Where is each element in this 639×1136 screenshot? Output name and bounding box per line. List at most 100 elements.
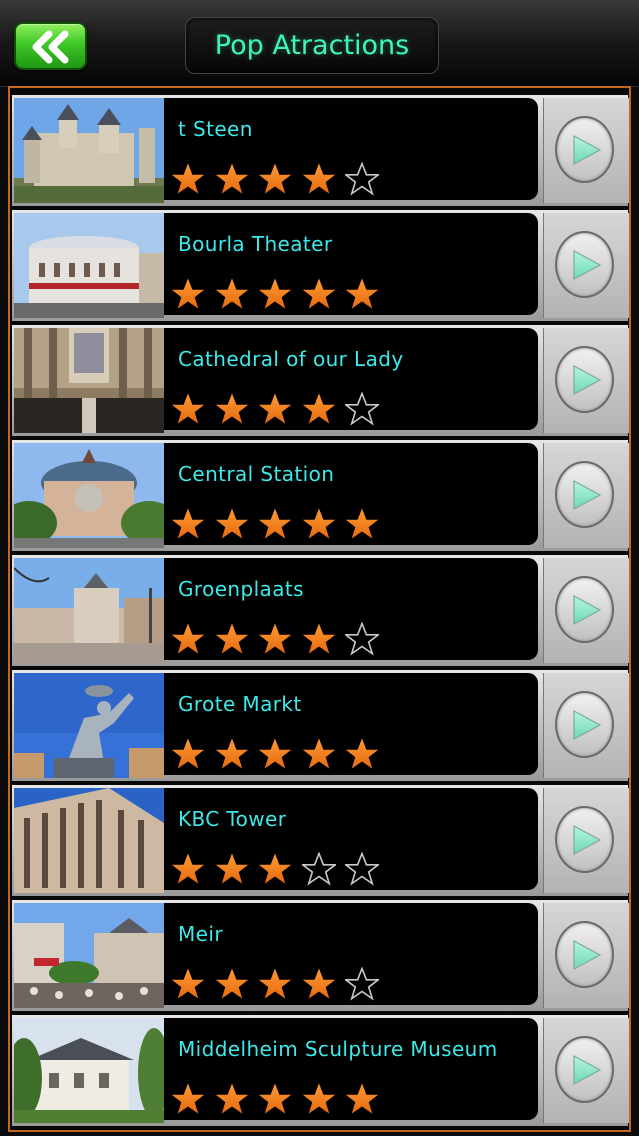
star-rating (171, 621, 389, 657)
attraction-info: Cathedral of our Lady (164, 328, 538, 430)
attraction-info: Groenplaats (164, 558, 538, 660)
play-arrow-icon (573, 479, 602, 511)
attraction-info: Middelheim Sculpture Museum (164, 1018, 538, 1120)
attraction-info: KBC Tower (164, 788, 538, 890)
star-rating (171, 736, 389, 772)
star-filled-icon (302, 276, 346, 312)
open-detail-button[interactable] (543, 98, 629, 203)
play-arrow-icon (573, 134, 602, 166)
attraction-name: Grote Markt (178, 692, 302, 716)
star-empty-icon (345, 851, 389, 887)
list-item[interactable]: KBC Tower (12, 785, 629, 896)
attraction-photo (14, 443, 164, 548)
star-filled-icon (302, 621, 346, 657)
play-arrow-icon (573, 939, 602, 971)
star-filled-icon (215, 276, 259, 312)
open-detail-button[interactable] (543, 1018, 629, 1123)
attraction-info: Meir (164, 903, 538, 1005)
open-detail-button[interactable] (543, 903, 629, 1008)
double-chevron-left-icon (32, 30, 69, 64)
attractions-list[interactable]: t Steen Bourla Theater Cathedral of our … (8, 86, 631, 1132)
star-rating (171, 276, 389, 312)
star-filled-icon (302, 506, 346, 542)
attraction-name: Groenplaats (178, 577, 304, 601)
star-rating (171, 391, 389, 427)
attraction-info: t Steen (164, 98, 538, 200)
star-filled-icon (215, 851, 259, 887)
star-rating (171, 1081, 389, 1117)
play-arrow-icon (573, 249, 602, 281)
attraction-photo (14, 558, 164, 663)
star-rating (171, 966, 389, 1002)
open-detail-button[interactable] (543, 213, 629, 318)
star-filled-icon (215, 161, 259, 197)
star-filled-icon (345, 736, 389, 772)
open-detail-button[interactable] (543, 443, 629, 548)
attraction-name: Middelheim Sculpture Museum (178, 1037, 498, 1061)
star-filled-icon (215, 736, 259, 772)
list-item[interactable]: Meir (12, 900, 629, 1011)
star-filled-icon (258, 966, 302, 1002)
star-filled-icon (345, 1081, 389, 1117)
star-filled-icon (345, 276, 389, 312)
star-filled-icon (215, 621, 259, 657)
page-title: Pop Atractions (185, 17, 439, 74)
open-detail-button[interactable] (543, 328, 629, 433)
star-empty-icon (345, 391, 389, 427)
attraction-name: Cathedral of our Lady (178, 347, 404, 371)
play-arrow-icon (573, 1054, 602, 1086)
open-detail-button[interactable] (543, 558, 629, 663)
attraction-info: Grote Markt (164, 673, 538, 775)
list-item[interactable]: Central Station (12, 440, 629, 551)
star-filled-icon (258, 621, 302, 657)
star-filled-icon (302, 391, 346, 427)
list-item[interactable]: Middelheim Sculpture Museum (12, 1015, 629, 1126)
list-item[interactable]: t Steen (12, 95, 629, 206)
attraction-photo (14, 98, 164, 203)
star-filled-icon (171, 391, 215, 427)
list-item[interactable]: Bourla Theater (12, 210, 629, 321)
attraction-photo (14, 1018, 164, 1123)
star-rating (171, 506, 389, 542)
star-rating (171, 161, 389, 197)
star-filled-icon (258, 276, 302, 312)
star-filled-icon (258, 851, 302, 887)
back-button[interactable] (14, 22, 87, 70)
list-item[interactable]: Groenplaats (12, 555, 629, 666)
star-filled-icon (302, 736, 346, 772)
list-item[interactable]: Cathedral of our Lady (12, 325, 629, 436)
attraction-info: Central Station (164, 443, 538, 545)
attraction-photo (14, 213, 164, 318)
play-arrow-icon (573, 364, 602, 396)
attraction-name: Central Station (178, 462, 335, 486)
star-filled-icon (302, 161, 346, 197)
star-filled-icon (215, 966, 259, 1002)
star-filled-icon (302, 1081, 346, 1117)
list-item[interactable]: Grote Markt (12, 670, 629, 781)
star-filled-icon (171, 851, 215, 887)
star-empty-icon (345, 161, 389, 197)
attraction-name: Bourla Theater (178, 232, 333, 256)
star-filled-icon (171, 161, 215, 197)
play-arrow-icon (573, 709, 602, 741)
star-filled-icon (258, 391, 302, 427)
star-filled-icon (215, 391, 259, 427)
star-rating (171, 851, 389, 887)
star-filled-icon (258, 506, 302, 542)
star-empty-icon (301, 851, 346, 887)
star-filled-icon (171, 506, 215, 542)
star-filled-icon (345, 506, 389, 542)
star-filled-icon (215, 1081, 259, 1117)
attraction-info: Bourla Theater (164, 213, 538, 315)
attraction-photo (14, 328, 164, 433)
navigation-bar: Pop Atractions (0, 0, 639, 87)
star-empty-icon (345, 966, 389, 1002)
star-filled-icon (171, 621, 215, 657)
star-filled-icon (302, 966, 346, 1002)
star-filled-icon (171, 736, 215, 772)
open-detail-button[interactable] (543, 788, 629, 893)
play-arrow-icon (573, 594, 602, 626)
attraction-name: Meir (178, 922, 223, 946)
open-detail-button[interactable] (543, 673, 629, 778)
attraction-photo (14, 673, 164, 778)
